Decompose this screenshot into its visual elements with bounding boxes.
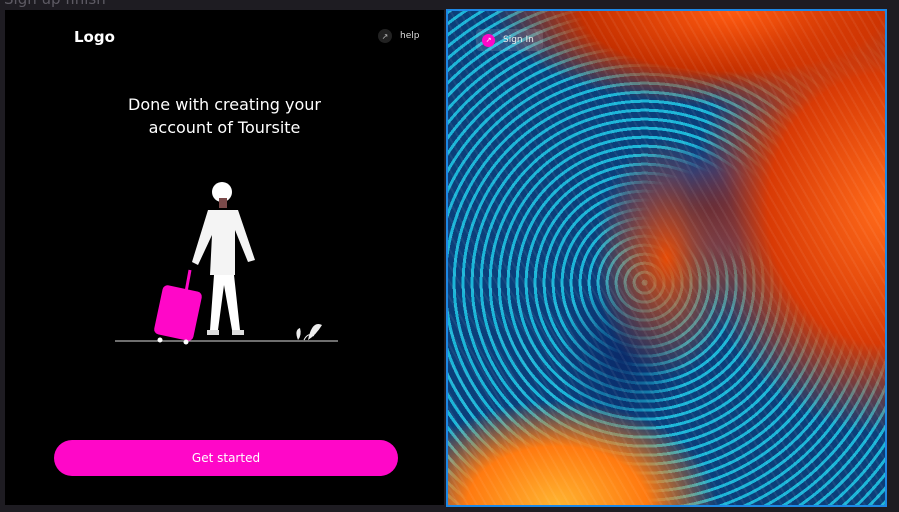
hero-artwork: ↗ Sign In — [446, 9, 887, 507]
logo[interactable]: Logo — [74, 28, 115, 46]
sign-in-button[interactable]: ↗ Sign In — [476, 29, 543, 51]
arrow-up-right-icon: ↗ — [482, 33, 495, 47]
sign-in-label: Sign In — [503, 35, 534, 45]
get-started-button[interactable]: Get started — [54, 440, 398, 476]
title-line-1: Done with creating your — [128, 95, 321, 114]
title-line-2: account of Toursite — [148, 118, 301, 137]
help-label: help — [400, 31, 420, 41]
traveler-illustration — [115, 182, 338, 345]
frame-title: Sign up finish — [4, 0, 106, 8]
art-texture — [448, 11, 885, 505]
signup-panel: Logo ↗ help Done with creating your acco… — [5, 10, 444, 505]
page-title: Done with creating your account of Tours… — [5, 93, 444, 139]
help-link[interactable]: ↗ help — [378, 29, 419, 43]
arrow-up-right-icon: ↗ — [378, 29, 392, 43]
